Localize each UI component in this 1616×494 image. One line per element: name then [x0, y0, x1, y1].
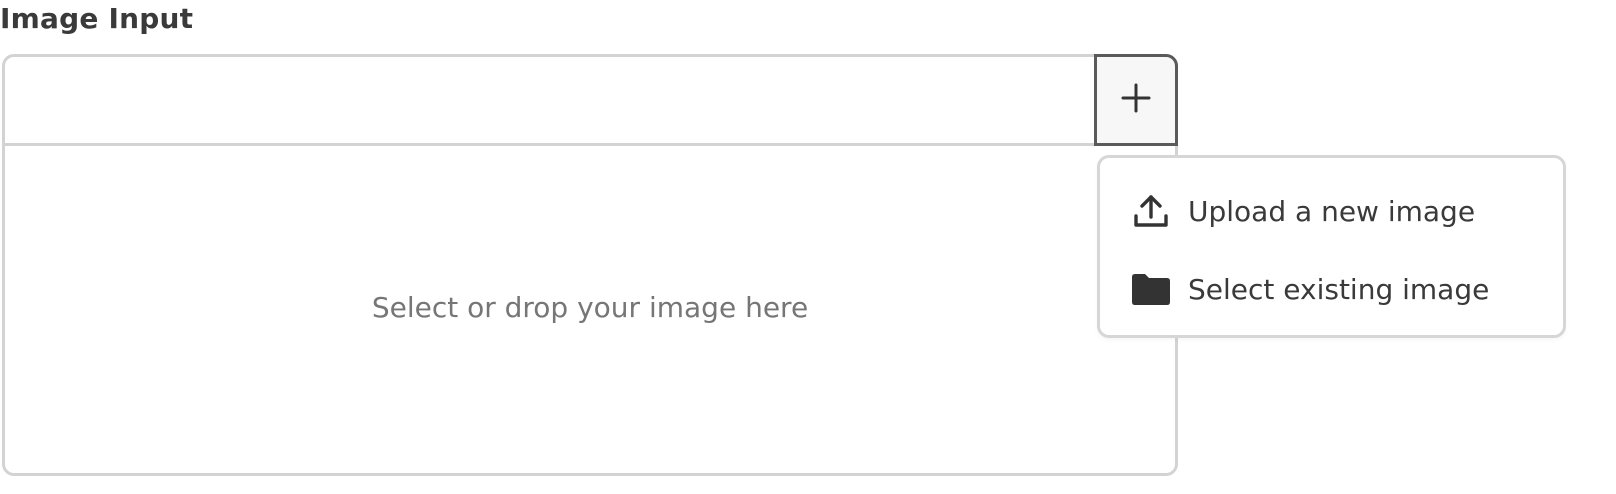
image-input-label: Image Input: [0, 2, 194, 35]
folder-icon: [1130, 268, 1172, 310]
add-image-button[interactable]: [1094, 54, 1178, 146]
page: Image Input Select or drop your image he…: [0, 0, 1616, 494]
menu-item-label: Upload a new image: [1188, 194, 1476, 228]
image-input-header: [5, 54, 1178, 146]
menu-item-select-existing-image[interactable]: Select existing image: [1100, 254, 1563, 324]
image-dropzone[interactable]: Select or drop your image here: [5, 146, 1175, 473]
upload-icon: [1130, 190, 1172, 232]
plus-icon: [1121, 83, 1151, 117]
image-input-field: Select or drop your image here: [2, 54, 1178, 476]
dropzone-placeholder: Select or drop your image here: [371, 291, 809, 324]
menu-item-upload-new-image[interactable]: Upload a new image: [1100, 176, 1563, 246]
add-image-menu: Upload a new image Select existing image: [1097, 155, 1566, 338]
menu-item-label: Select existing image: [1188, 272, 1490, 306]
